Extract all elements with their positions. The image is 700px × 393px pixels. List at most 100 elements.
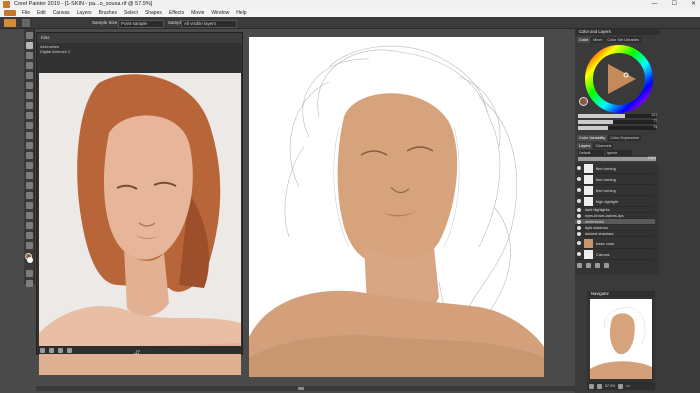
secondary-color-swatch[interactable] xyxy=(27,257,33,263)
brush-selector[interactable]: Airbrushes Digital Airbrush 2 xyxy=(40,44,70,54)
tab-channels[interactable]: Channels xyxy=(593,143,614,149)
menu-edit[interactable]: Edit xyxy=(37,9,46,17)
sample-size-select[interactable]: Point sample xyxy=(118,19,164,28)
lasso-icon[interactable] xyxy=(26,102,33,109)
paper-icon[interactable] xyxy=(26,270,33,277)
crop-icon[interactable] xyxy=(26,122,33,129)
menu-window[interactable]: Window xyxy=(211,9,229,17)
pen-icon[interactable] xyxy=(26,132,33,139)
color-and-layers-header: Color and Layers xyxy=(575,29,660,35)
dodge-icon[interactable] xyxy=(26,202,33,209)
visibility-eye-icon[interactable] xyxy=(577,177,581,181)
burn-icon[interactable] xyxy=(26,212,33,219)
menu-help[interactable]: Help xyxy=(236,9,246,17)
visibility-eye-icon[interactable] xyxy=(577,241,581,245)
reference-photo xyxy=(39,73,241,375)
layer-row[interactable]: fine turning xyxy=(575,185,655,196)
reset-tool-icon[interactable] xyxy=(22,19,30,27)
composite-method-select[interactable]: Default xyxy=(578,150,604,156)
menu-canvas[interactable]: Canvas xyxy=(53,9,70,17)
sample-select[interactable]: All visible layers xyxy=(181,19,237,28)
minimize-button[interactable]: — xyxy=(652,0,658,9)
brush-tool-icon[interactable] xyxy=(26,32,33,39)
grabber-icon[interactable] xyxy=(26,242,33,249)
navigator-preview[interactable] xyxy=(590,299,652,379)
visibility-eye-icon[interactable] xyxy=(577,199,581,203)
blender-icon[interactable] xyxy=(26,172,33,179)
media-icon[interactable] xyxy=(26,280,33,287)
transform-icon[interactable] xyxy=(26,82,33,89)
reference-tab[interactable]: Kiss xyxy=(41,35,50,40)
menu-file[interactable]: File xyxy=(22,9,30,17)
group-icon[interactable] xyxy=(595,263,600,268)
open-image-icon[interactable] xyxy=(40,347,45,353)
zoom-value[interactable]: 57.9% xyxy=(605,384,615,388)
visibility-eye-icon[interactable] xyxy=(577,252,581,256)
main-color-chip[interactable] xyxy=(579,97,588,106)
tab-layers[interactable]: Layers xyxy=(577,143,593,149)
close-button[interactable]: ✕ xyxy=(691,0,696,9)
zoom-icon[interactable] xyxy=(58,347,63,353)
menu-brushes[interactable]: Brushes xyxy=(99,9,117,17)
layer-mask-icon[interactable] xyxy=(586,263,591,268)
delete-layer-icon[interactable] xyxy=(604,263,609,268)
navigator-more[interactable]: ••• xyxy=(626,384,630,388)
canvas-layer-row[interactable]: Canvas xyxy=(575,249,655,260)
drawing-canvas[interactable] xyxy=(249,37,544,377)
tab-mixer[interactable]: Mixer xyxy=(591,37,605,43)
visibility-eye-icon[interactable] xyxy=(577,188,581,192)
canvas-horizontal-scrollbar[interactable] xyxy=(36,386,576,391)
text-icon[interactable] xyxy=(26,152,33,159)
layer-row[interactable]: base color xyxy=(575,238,655,249)
layer-name: fine turning xyxy=(596,166,616,171)
new-layer-icon[interactable] xyxy=(577,263,582,268)
reference-more-bottom[interactable]: ••• xyxy=(134,351,139,357)
menu-movie[interactable]: Movie xyxy=(191,9,204,17)
layer-row[interactable]: fine turning xyxy=(575,174,655,185)
layer-row[interactable]: fine turning xyxy=(575,163,655,174)
menu-select[interactable]: Select xyxy=(124,9,138,17)
visibility-eye-icon[interactable] xyxy=(577,220,581,224)
zoom-icon[interactable] xyxy=(589,383,594,389)
cloner-icon[interactable] xyxy=(26,182,33,189)
slider-3[interactable]: 73 xyxy=(578,125,657,130)
visibility-eye-icon[interactable] xyxy=(577,166,581,170)
maximize-button[interactable]: ☐ xyxy=(672,0,677,9)
slider-2[interactable]: 77 xyxy=(578,119,657,124)
tab-color-expression[interactable]: Color Expression xyxy=(608,135,642,141)
rectangular-selection-icon[interactable] xyxy=(26,92,33,99)
tab-color[interactable]: Color xyxy=(577,37,591,43)
composite-depth-select[interactable]: Ignore xyxy=(606,150,632,156)
layer-row[interactable]: high lighlight xyxy=(575,196,655,207)
dropper-tool-icon[interactable] xyxy=(4,19,16,27)
mirror-icon[interactable] xyxy=(26,222,33,229)
edit-icon[interactable] xyxy=(49,347,54,353)
magic-wand-icon[interactable] xyxy=(26,112,33,119)
layer-adjuster-icon[interactable] xyxy=(26,72,33,79)
tab-color-variability[interactable]: Color Variability xyxy=(577,135,608,141)
opacity-slider[interactable]: 100% xyxy=(578,156,656,161)
eraser-icon[interactable] xyxy=(26,62,33,69)
visibility-eye-icon[interactable] xyxy=(577,232,581,236)
menu-shapes[interactable]: Shapes xyxy=(145,9,162,17)
divine-proportion-icon[interactable] xyxy=(26,162,33,169)
visibility-eye-icon[interactable] xyxy=(577,214,581,218)
kaleidoscope-icon[interactable] xyxy=(26,232,33,239)
paint-bucket-icon[interactable] xyxy=(26,52,33,59)
tab-color-set-libraries[interactable]: Color Set Libraries xyxy=(605,37,641,43)
layer-group-row[interactable]: darkest shadows xyxy=(575,231,655,237)
rubber-stamp-icon[interactable] xyxy=(26,192,33,199)
shape-icon[interactable] xyxy=(26,142,33,149)
dropper-icon[interactable] xyxy=(67,347,72,353)
scrollbar-thumb[interactable] xyxy=(298,387,304,390)
color-swatches[interactable] xyxy=(24,253,34,267)
visibility-eye-icon[interactable] xyxy=(577,208,581,212)
rotate-icon[interactable] xyxy=(597,383,602,389)
dropper-tool-icon[interactable] xyxy=(26,42,33,49)
color-wheel[interactable] xyxy=(584,44,654,114)
slider-1[interactable]: 127 xyxy=(578,113,657,118)
visibility-eye-icon[interactable] xyxy=(577,226,581,230)
menu-layers[interactable]: Layers xyxy=(77,9,92,17)
fit-icon[interactable] xyxy=(618,383,624,389)
menu-effects[interactable]: Effects xyxy=(169,9,184,17)
